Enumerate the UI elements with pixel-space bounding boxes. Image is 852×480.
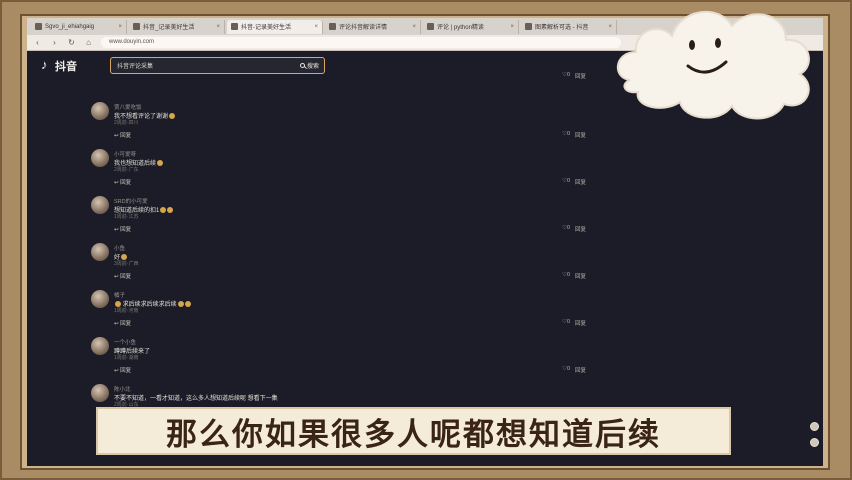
comment-username[interactable]: 一个小鱼 xyxy=(114,338,136,346)
search-input[interactable] xyxy=(117,62,300,69)
avatar[interactable] xyxy=(91,149,109,167)
avatar[interactable] xyxy=(91,196,109,214)
comment-text: 不要不知道，一看才知道，这么多人想知道后续呢 想看下一集 xyxy=(114,396,278,402)
favicon-icon xyxy=(329,23,336,30)
douyin-logo-icon xyxy=(41,57,52,72)
avatar[interactable] xyxy=(91,337,109,355)
favicon-icon xyxy=(35,23,42,30)
emoji-icon xyxy=(157,160,164,167)
avatar[interactable] xyxy=(91,243,109,261)
browser-tab[interactable]: 评论 | python精读 × xyxy=(423,19,519,34)
comment-meta: 1周前·湖南 xyxy=(114,355,139,361)
back-icon[interactable]: ‹ xyxy=(33,38,42,47)
favicon-icon xyxy=(231,23,238,30)
browser-tab[interactable]: Sgvo_ji_ehiahgaig × xyxy=(31,19,127,34)
comment-username[interactable]: 小可爱呀 xyxy=(114,150,136,158)
browser-tab-active[interactable]: 抖音-记录美好生活 × xyxy=(227,19,323,34)
close-icon[interactable]: × xyxy=(314,24,318,30)
forward-icon[interactable]: › xyxy=(50,38,59,47)
subtitle-caption: 那么你如果很多人呢都想知道后续 xyxy=(96,407,731,455)
comment-item: 橘子 求后续求后续求后续 1周前·河南 ↩ 回复 ♡0 回复 xyxy=(89,274,609,327)
comment-meta: 2周前·四川 xyxy=(114,120,139,126)
comment-username[interactable]: 小鱼 xyxy=(114,244,125,252)
emoji-icon xyxy=(184,301,191,308)
emoji-icon xyxy=(160,207,167,214)
comment-username[interactable]: 贾八爱吃饭 xyxy=(114,103,142,111)
search-button[interactable]: 搜索 xyxy=(299,61,324,70)
eye-icon xyxy=(715,38,721,48)
close-icon[interactable]: × xyxy=(412,24,416,30)
douyin-logo[interactable]: 抖音 xyxy=(41,57,77,74)
comment-meta: 2周前·广东 xyxy=(114,167,139,173)
emoji-icon xyxy=(169,113,176,120)
reply-button[interactable]: 回复 xyxy=(575,72,586,80)
comment-username[interactable]: SRD的小可爱 xyxy=(114,197,148,205)
favicon-icon xyxy=(133,23,140,30)
url-field[interactable]: www.douyin.com xyxy=(101,37,621,48)
close-icon[interactable]: × xyxy=(510,24,514,30)
like-button[interactable]: ♡0 xyxy=(562,72,570,80)
browser-tab[interactable]: 图素解析可选 - 抖音 × xyxy=(521,19,617,34)
help-icon[interactable] xyxy=(810,438,819,447)
comment-username[interactable]: 橘子 xyxy=(114,291,125,299)
reload-icon[interactable]: ↻ xyxy=(67,38,76,47)
cloud-smiley-sticker xyxy=(616,10,810,120)
favicon-icon xyxy=(427,23,434,30)
comment-item: 一个小鱼 蹲蹲后续来了 1周前·湖南 ↩ 回复 ♡0 回复 xyxy=(89,321,609,374)
browser-tab[interactable]: 抖音_记录美好生活 × xyxy=(129,19,225,34)
comment-username[interactable]: 陈小北 xyxy=(114,385,131,393)
close-icon[interactable]: × xyxy=(118,24,122,30)
comment-item: 贾八爱吃饭 我不想看评论了谢谢 2周前·四川 ↩ 回复 ♡0 回复 xyxy=(89,86,609,139)
comment-meta: 3周前·广西 xyxy=(114,261,139,267)
home-icon[interactable]: ⌂ xyxy=(84,38,93,47)
close-icon[interactable]: × xyxy=(216,24,220,30)
emoji-icon xyxy=(177,301,184,308)
emoji-icon xyxy=(167,207,174,214)
comment-actions: ♡0 回复 xyxy=(562,72,586,80)
eye-icon xyxy=(689,40,695,50)
comment-meta: 1周前·江苏 xyxy=(114,214,139,220)
browser-tab[interactable]: 评论抖音解读详情 × xyxy=(325,19,421,34)
favicon-icon xyxy=(525,23,532,30)
cloud-shape xyxy=(616,10,810,120)
comment-item: SRD的小可爱 想知道后续的扣1 1周前·江苏 ↩ 回复 ♡0 回复 xyxy=(89,180,609,233)
comment-meta: 1周前·河南 xyxy=(114,308,139,314)
search-icon xyxy=(299,63,305,68)
avatar[interactable] xyxy=(91,290,109,308)
comment-item: 小鱼 好 3周前·广西 ↩ 回复 ♡0 回复 xyxy=(89,227,609,280)
avatar[interactable] xyxy=(91,384,109,402)
avatar[interactable] xyxy=(91,102,109,120)
scroll-top-icon[interactable] xyxy=(810,422,819,431)
comment-item: 小可爱呀 我也想知道后续 2周前·广东 ↩ 回复 ♡0 回复 xyxy=(89,133,609,186)
